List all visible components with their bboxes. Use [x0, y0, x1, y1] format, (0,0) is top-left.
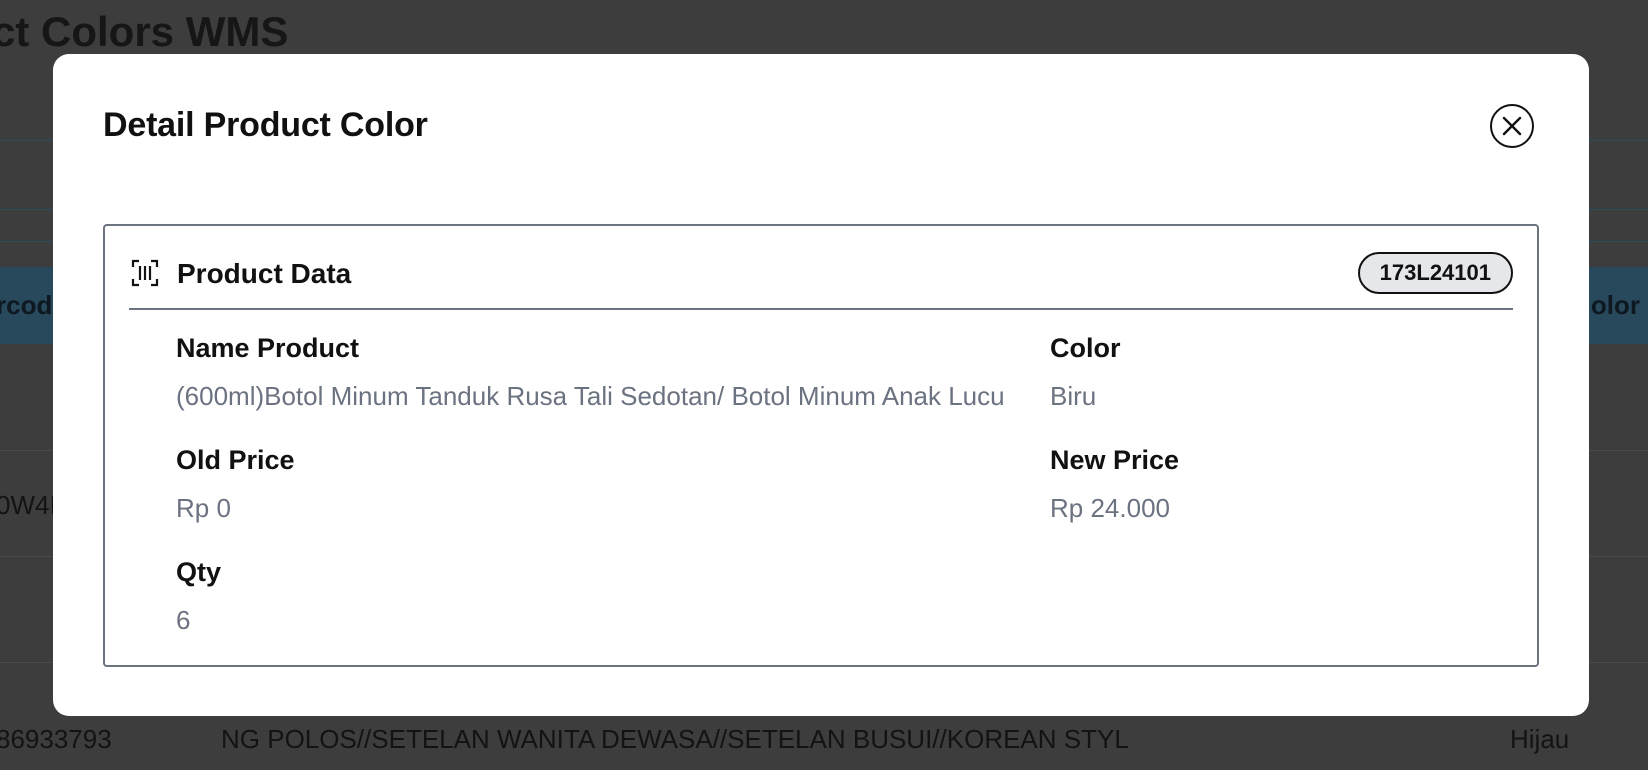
barcode-icon — [131, 259, 159, 292]
page-title: ct Colors WMS — [0, 8, 289, 55]
table-cell-barcode: 0W4I — [0, 490, 57, 520]
close-button[interactable] — [1490, 104, 1534, 148]
card-header: Product Data 173L24101 — [129, 252, 1513, 310]
detail-modal: Detail Product Color Product Data 173L24… — [53, 54, 1589, 716]
new-price-label: New Price — [1050, 445, 1180, 475]
old-price-label: Old Price — [176, 445, 295, 475]
table-cell-color: Hijau — [1510, 724, 1570, 754]
name-product-label: Name Product — [176, 333, 360, 363]
close-icon — [1502, 116, 1522, 136]
old-price-value: Rp 0 — [176, 493, 231, 523]
qty-value: 6 — [176, 605, 191, 635]
table-header-color: olor — [1590, 290, 1640, 320]
new-price-value: Rp 24.000 — [1050, 493, 1170, 523]
table-header-barcode: rcod — [0, 290, 53, 320]
card-title: Product Data — [177, 258, 352, 289]
product-code-badge: 173L24101 — [1357, 252, 1513, 294]
modal-title: Detail Product Color — [103, 106, 428, 144]
qty-label: Qty — [176, 557, 222, 587]
color-value: Biru — [1050, 381, 1097, 411]
table-cell-name: NG POLOS//SETELAN WANITA DEWASA//SETELAN… — [221, 724, 1129, 754]
color-label: Color — [1050, 333, 1121, 363]
name-product-value: (600ml)Botol Minum Tanduk Rusa Tali Sedo… — [176, 381, 1005, 411]
table-cell-barcode: 86933793 — [0, 724, 112, 754]
product-data-card: Product Data 173L24101 Name Product (600… — [103, 224, 1539, 667]
